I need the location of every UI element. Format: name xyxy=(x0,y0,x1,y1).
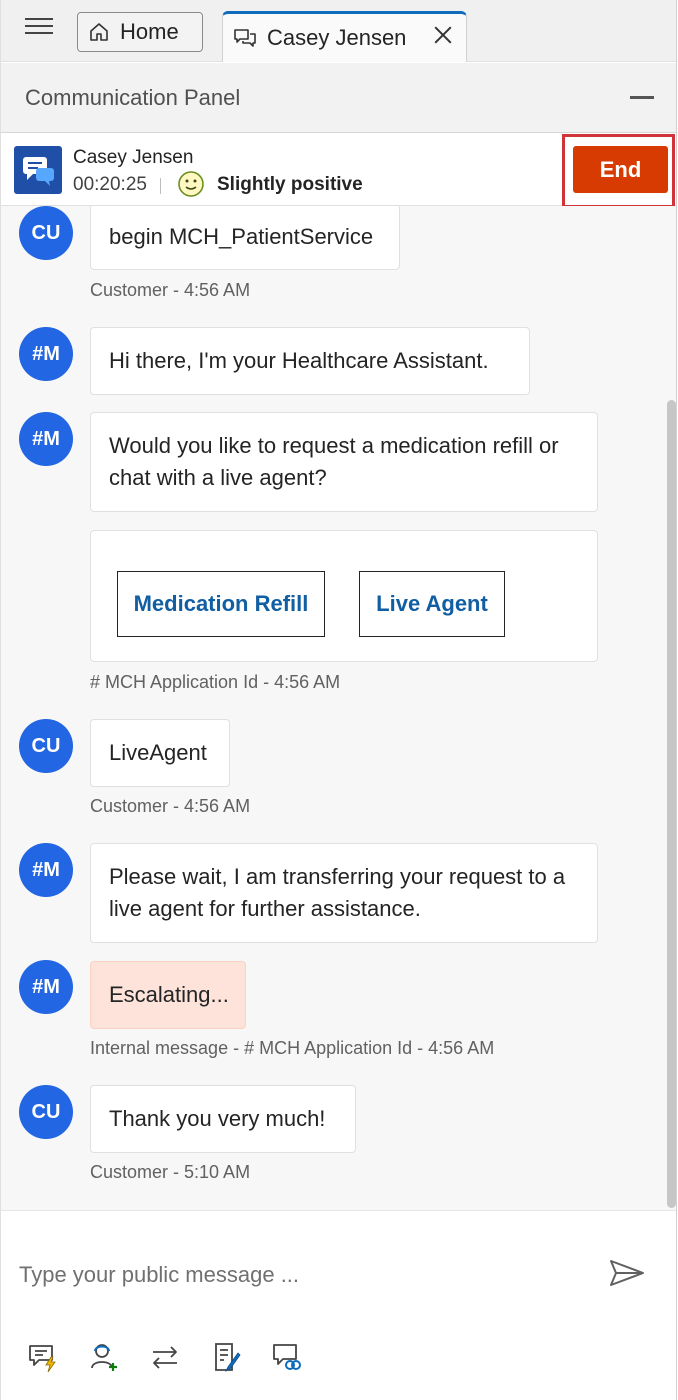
message-bubble: LiveAgent xyxy=(90,719,230,787)
hamburger-menu-icon[interactable] xyxy=(25,18,53,38)
customer-name: Casey Jensen xyxy=(73,147,194,168)
internal-message-bubble: Escalating... xyxy=(90,961,246,1029)
session-timer: 00:20:25 xyxy=(73,174,147,195)
avatar: CU xyxy=(19,206,73,260)
compose-area xyxy=(1,1210,676,1400)
live-agent-button[interactable]: Live Agent xyxy=(359,571,505,637)
message-meta: Customer - 4:56 AM xyxy=(90,280,251,300)
panel-header: Communication Panel xyxy=(1,63,676,133)
send-icon[interactable] xyxy=(607,1257,647,1289)
quick-replies-icon[interactable] xyxy=(27,1341,59,1373)
message-bubble: begin MCH_PatientService xyxy=(90,206,400,270)
minimize-icon[interactable] xyxy=(630,96,654,99)
avatar: #M xyxy=(19,843,73,897)
tab-casey-jensen[interactable]: Casey Jensen xyxy=(222,11,467,62)
scrollbar[interactable] xyxy=(667,400,676,1208)
message-bubble: Would you like to request a medication r… xyxy=(90,412,598,512)
notes-icon[interactable] xyxy=(211,1341,243,1373)
message-meta: Customer - 4:56 AM xyxy=(90,796,251,816)
avatar: #M xyxy=(19,327,73,381)
message-bubble: Thank you very much! xyxy=(90,1085,356,1153)
message-meta: # MCH Application Id - 4:56 AM xyxy=(90,672,341,692)
message-bubble: Please wait, I am transferring your requ… xyxy=(90,843,598,943)
message-bubble: Hi there, I'm your Healthcare Assistant. xyxy=(90,327,530,395)
tab-bar: Home Casey Jensen xyxy=(1,0,676,62)
tab-home[interactable]: Home xyxy=(77,12,203,52)
home-icon xyxy=(90,23,108,41)
app-window: Home Casey Jensen Communication Panel Ca… xyxy=(0,0,677,1400)
avatar: #M xyxy=(19,960,73,1014)
panel-title: Communication Panel xyxy=(25,85,241,110)
message-meta: Internal message - # MCH Application Id … xyxy=(90,1038,495,1058)
link-conversation-icon[interactable] xyxy=(271,1341,303,1373)
chat-icon xyxy=(234,29,256,47)
end-button[interactable]: End xyxy=(573,146,668,193)
divider xyxy=(160,178,161,194)
tab-casey-label: Casey Jensen xyxy=(267,25,407,50)
consult-icon[interactable] xyxy=(89,1341,121,1373)
avatar: CU xyxy=(19,719,73,773)
smiley-icon xyxy=(178,171,204,197)
session-header: Casey Jensen 00:20:25 Slightly positive … xyxy=(1,134,676,208)
conversation-channel-icon xyxy=(14,146,62,194)
avatar: CU xyxy=(19,1085,73,1139)
avatar: #M xyxy=(19,412,73,466)
suggested-actions-card: Medication Refill Live Agent xyxy=(90,530,598,662)
conversation-pane[interactable]: CU begin MCH_PatientService Customer - 4… xyxy=(1,206,676,1210)
message-meta: Customer - 5:10 AM xyxy=(90,1162,251,1182)
tab-home-label: Home xyxy=(120,19,179,44)
transfer-icon[interactable] xyxy=(149,1341,181,1373)
medication-refill-button[interactable]: Medication Refill xyxy=(117,571,325,637)
message-input[interactable] xyxy=(17,1255,587,1295)
close-icon[interactable] xyxy=(432,24,454,46)
sentiment-label: Slightly positive xyxy=(217,174,363,195)
